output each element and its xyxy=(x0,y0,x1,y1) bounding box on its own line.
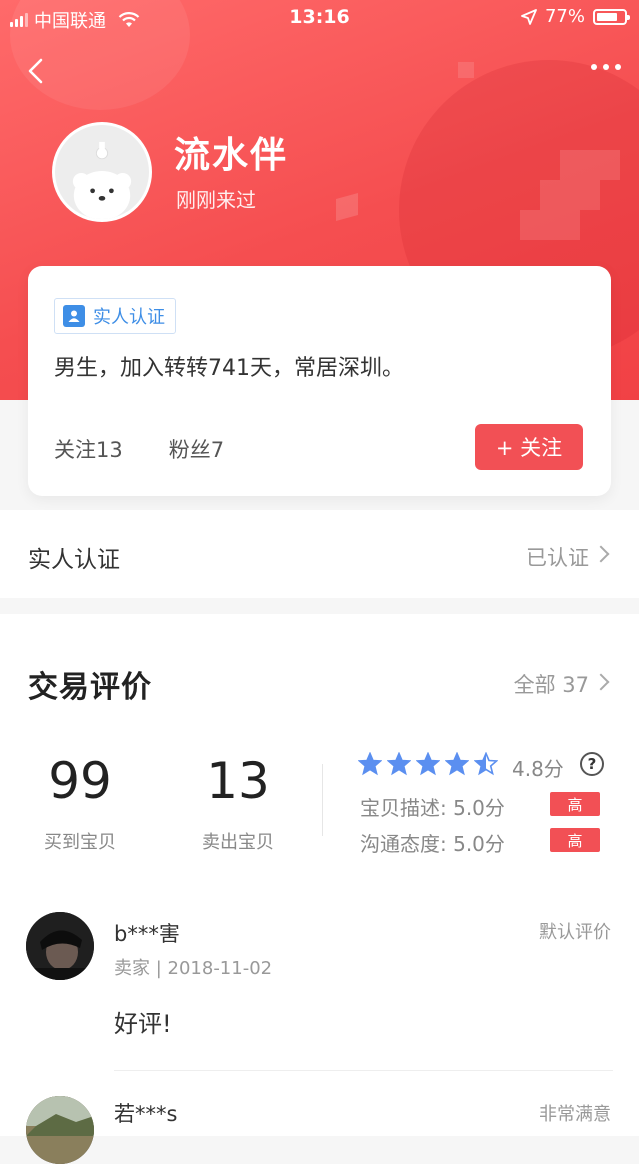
last-seen-status: 刚刚来过 xyxy=(176,188,256,212)
review-item[interactable]: 若***s 非常满意 xyxy=(0,1092,639,1164)
profile-card: 实人认证 男生，加入转转741天，常居深圳。 关注13 粉丝7 + 关注 xyxy=(28,266,611,496)
description-rating-badge: 高 xyxy=(550,792,600,816)
status-bar: 中国联通 13:16 77% xyxy=(0,0,639,36)
profile-description: 男生，加入转转741天，常居深圳。 xyxy=(54,356,404,381)
star-icon xyxy=(445,752,469,776)
following-count[interactable]: 关注13 xyxy=(54,434,123,464)
verify-tag-label: 实人认证 xyxy=(93,307,165,328)
more-dots-icon xyxy=(591,64,597,70)
reviewer-name: b***害 xyxy=(114,922,180,946)
follow-button[interactable]: + 关注 xyxy=(475,424,583,470)
location-arrow-icon xyxy=(521,8,537,25)
communication-rating-badge: 高 xyxy=(550,828,600,852)
chevron-right-icon xyxy=(592,673,610,691)
review-content: 好评! xyxy=(114,1010,172,1038)
reviews-title: 交易评价 xyxy=(28,670,152,705)
all-reviews-link[interactable]: 全部 37 xyxy=(514,669,589,699)
reviewer-photo-icon xyxy=(26,1096,94,1164)
user-avatar[interactable] xyxy=(52,122,152,222)
verification-status: 已认证 xyxy=(526,546,589,570)
communication-rating: 沟通态度: 5.0分 xyxy=(360,832,505,856)
back-button[interactable] xyxy=(22,56,52,86)
battery-percent: 77% xyxy=(544,6,585,27)
person-id-icon xyxy=(63,305,85,327)
follow-stats: 关注13 粉丝7 xyxy=(54,434,224,464)
bought-count: 99 xyxy=(48,752,112,810)
rating-stars xyxy=(358,752,498,776)
real-name-verified-tag: 实人认证 xyxy=(54,298,176,334)
followers-count[interactable]: 粉丝7 xyxy=(169,434,224,464)
review-divider xyxy=(114,1070,613,1071)
reviewer-avatar[interactable] xyxy=(26,912,94,980)
review-meta: 卖家 | 2018-11-02 xyxy=(114,958,273,979)
chevron-right-icon xyxy=(592,545,610,563)
review-type: 非常满意 xyxy=(539,1104,611,1125)
star-icon xyxy=(416,752,440,776)
user-name: 流水伴 xyxy=(174,135,289,176)
bought-label: 买到宝贝 xyxy=(44,832,116,853)
review-item[interactable]: b***害 默认评价 卖家 | 2018-11-02 好评! xyxy=(0,910,639,1071)
sold-count: 13 xyxy=(206,752,270,810)
reviewer-name: 若***s xyxy=(114,1102,178,1126)
reviewer-photo-icon xyxy=(26,912,94,980)
star-icon xyxy=(474,752,498,776)
reviews-section: 交易评价 全部 37 99 买到宝贝 13 卖出宝贝 4.8分 ? 宝贝描述: … xyxy=(0,614,639,1164)
more-button[interactable] xyxy=(591,64,621,70)
review-type: 默认评价 xyxy=(539,922,611,943)
stats-divider xyxy=(322,764,323,836)
sold-label: 卖出宝贝 xyxy=(202,832,274,853)
verification-row[interactable]: 实人认证 已认证 xyxy=(0,510,639,598)
item-description-rating: 宝贝描述: 5.0分 xyxy=(360,796,505,820)
chevron-left-icon xyxy=(28,58,43,84)
star-icon xyxy=(387,752,411,776)
rating-score: 4.8分 xyxy=(512,757,564,781)
help-icon[interactable]: ? xyxy=(580,752,604,776)
battery-icon xyxy=(593,8,630,25)
verification-label: 实人认证 xyxy=(28,547,120,573)
bear-avatar-icon xyxy=(55,125,149,219)
star-icon xyxy=(358,752,382,776)
reviewer-avatar[interactable] xyxy=(26,1096,94,1164)
